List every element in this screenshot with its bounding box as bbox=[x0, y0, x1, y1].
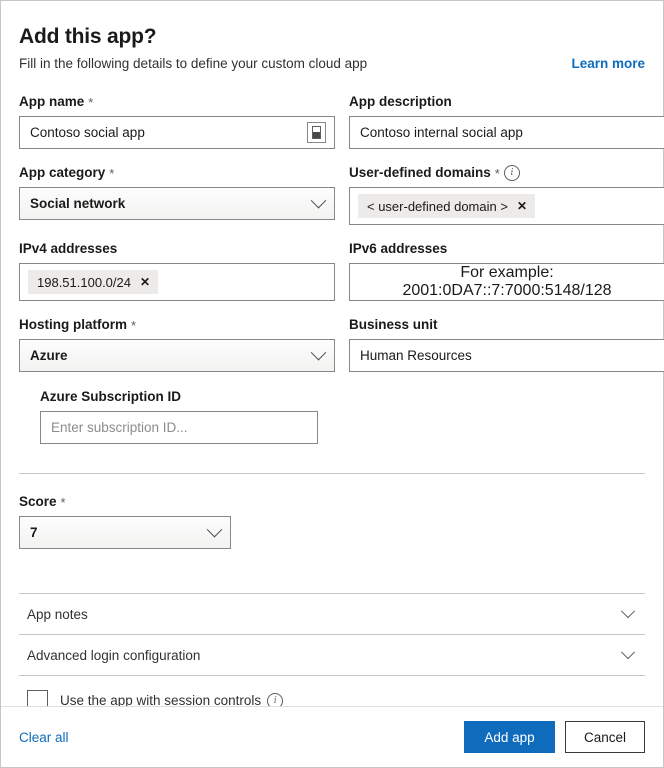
chevron-down-icon bbox=[310, 192, 327, 209]
page-title: Add this app? bbox=[19, 25, 157, 48]
field-app-name: App name * Contoso social app bbox=[19, 93, 335, 149]
azure-subscription-id-label: Azure Subscription ID bbox=[40, 388, 318, 406]
business-unit-label: Business unit bbox=[349, 316, 664, 334]
ipv4-label: IPv4 addresses bbox=[19, 240, 335, 258]
app-name-label: App name * bbox=[19, 93, 335, 111]
user-defined-domains-label: User-defined domains * i bbox=[349, 164, 664, 182]
field-azure-subscription-id: Azure Subscription ID Enter subscription… bbox=[40, 388, 318, 444]
section-divider-top bbox=[19, 473, 645, 474]
ipv4-label-text: IPv4 addresses bbox=[19, 241, 118, 256]
app-description-input[interactable]: Contoso internal social app bbox=[349, 116, 664, 149]
app-category-value: Social network bbox=[30, 196, 126, 211]
info-icon[interactable]: i bbox=[503, 165, 520, 181]
app-description-value: Contoso internal social app bbox=[360, 125, 523, 140]
required-asterisk: * bbox=[88, 95, 94, 110]
field-ipv6-addresses: IPv6 addresses For example: 2001:0DA7::7… bbox=[349, 240, 664, 301]
cancel-button[interactable]: Cancel bbox=[565, 721, 645, 753]
ipv6-label-text: IPv6 addresses bbox=[349, 241, 448, 256]
chevron-down-icon bbox=[620, 604, 636, 619]
user-defined-domains-label-text: User-defined domains bbox=[349, 165, 491, 180]
chevron-down-icon bbox=[206, 521, 223, 538]
field-ipv4-addresses: IPv4 addresses 198.51.100.0/24 ✕ bbox=[19, 240, 335, 301]
add-app-dialog: Add this app? Fill in the following deta… bbox=[0, 0, 664, 768]
ipv4-chip: 198.51.100.0/24 ✕ bbox=[28, 270, 159, 294]
app-name-label-text: App name bbox=[19, 94, 85, 109]
required-asterisk: * bbox=[494, 166, 500, 181]
hosting-platform-value: Azure bbox=[30, 348, 68, 363]
hosting-platform-select[interactable]: Azure bbox=[19, 339, 335, 372]
accordion-advanced-login-configuration[interactable]: Advanced login configuration bbox=[19, 634, 645, 675]
ipv4-chip-label: 198.51.100.0/24 bbox=[37, 274, 131, 290]
domain-chip: < user-defined domain > ✕ bbox=[358, 194, 535, 218]
ipv6-label: IPv6 addresses bbox=[349, 240, 664, 258]
score-label-text: Score bbox=[19, 494, 57, 509]
chevron-down-icon bbox=[310, 344, 327, 361]
score-spacer bbox=[19, 549, 645, 593]
user-defined-domains-input[interactable]: < user-defined domain > ✕ bbox=[349, 187, 664, 225]
azure-subscription-id-label-text: Azure Subscription ID bbox=[40, 389, 182, 404]
close-icon[interactable]: ✕ bbox=[517, 200, 527, 212]
field-app-category: App category * Social network bbox=[19, 164, 335, 225]
add-app-button[interactable]: Add app bbox=[464, 721, 555, 753]
field-user-defined-domains: User-defined domains * i < user-defined … bbox=[349, 164, 664, 225]
grid-spacer bbox=[349, 387, 664, 459]
learn-more-link[interactable]: Learn more bbox=[571, 56, 645, 71]
accordion-advanced-login-label: Advanced login configuration bbox=[27, 647, 201, 663]
azure-subscription-id-input[interactable]: Enter subscription ID... bbox=[40, 411, 318, 444]
hosting-platform-label: Hosting platform * bbox=[19, 316, 335, 334]
score-value: 7 bbox=[30, 525, 38, 540]
app-category-label-text: App category bbox=[19, 165, 106, 180]
app-category-select[interactable]: Social network bbox=[19, 187, 335, 220]
app-description-label: App description bbox=[349, 93, 664, 111]
accordion-app-notes[interactable]: App notes bbox=[19, 593, 645, 634]
dialog-header: Add this app? Fill in the following deta… bbox=[19, 25, 645, 71]
field-score: Score * 7 bbox=[19, 493, 645, 549]
business-unit-label-text: Business unit bbox=[349, 317, 438, 332]
page-subtitle: Fill in the following details to define … bbox=[19, 56, 368, 71]
clear-all-link[interactable]: Clear all bbox=[19, 730, 69, 745]
business-unit-input[interactable]: Human Resources bbox=[349, 339, 664, 372]
business-unit-value: Human Resources bbox=[360, 348, 472, 363]
field-app-description: App description Contoso internal social … bbox=[349, 93, 664, 149]
required-asterisk: * bbox=[109, 166, 115, 181]
dialog-footer: Clear all Add app Cancel bbox=[1, 706, 663, 767]
required-asterisk: * bbox=[131, 318, 137, 333]
hosting-platform-label-text: Hosting platform bbox=[19, 317, 127, 332]
app-name-value: Contoso social app bbox=[30, 125, 145, 140]
ipv4-input[interactable]: 198.51.100.0/24 ✕ bbox=[19, 263, 335, 301]
close-icon[interactable]: ✕ bbox=[140, 276, 150, 288]
required-asterisk: * bbox=[60, 495, 66, 510]
field-hosting-platform: Hosting platform * Azure bbox=[19, 316, 335, 372]
accordion-app-notes-label: App notes bbox=[27, 606, 88, 622]
ipv6-input[interactable]: For example: 2001:0DA7::7:7000:5148/128 bbox=[349, 263, 664, 301]
score-label: Score * bbox=[19, 493, 645, 511]
field-business-unit: Business unit Human Resources bbox=[349, 316, 664, 372]
app-category-label: App category * bbox=[19, 164, 335, 182]
chevron-down-icon bbox=[620, 645, 636, 660]
subtitle-row: Fill in the following details to define … bbox=[19, 56, 645, 71]
app-name-input[interactable]: Contoso social app bbox=[19, 116, 335, 149]
ipv6-placeholder: For example: 2001:0DA7::7:7000:5148/128 bbox=[402, 264, 612, 299]
azure-subscription-id-placeholder: Enter subscription ID... bbox=[51, 420, 188, 435]
insert-icon[interactable] bbox=[307, 122, 326, 143]
form-grid: App name * Contoso social app App descri… bbox=[19, 93, 664, 459]
dialog-content: Add this app? Fill in the following deta… bbox=[1, 1, 664, 711]
score-select[interactable]: 7 bbox=[19, 516, 231, 549]
app-description-label-text: App description bbox=[349, 94, 452, 109]
domain-chip-label: < user-defined domain > bbox=[367, 198, 508, 214]
